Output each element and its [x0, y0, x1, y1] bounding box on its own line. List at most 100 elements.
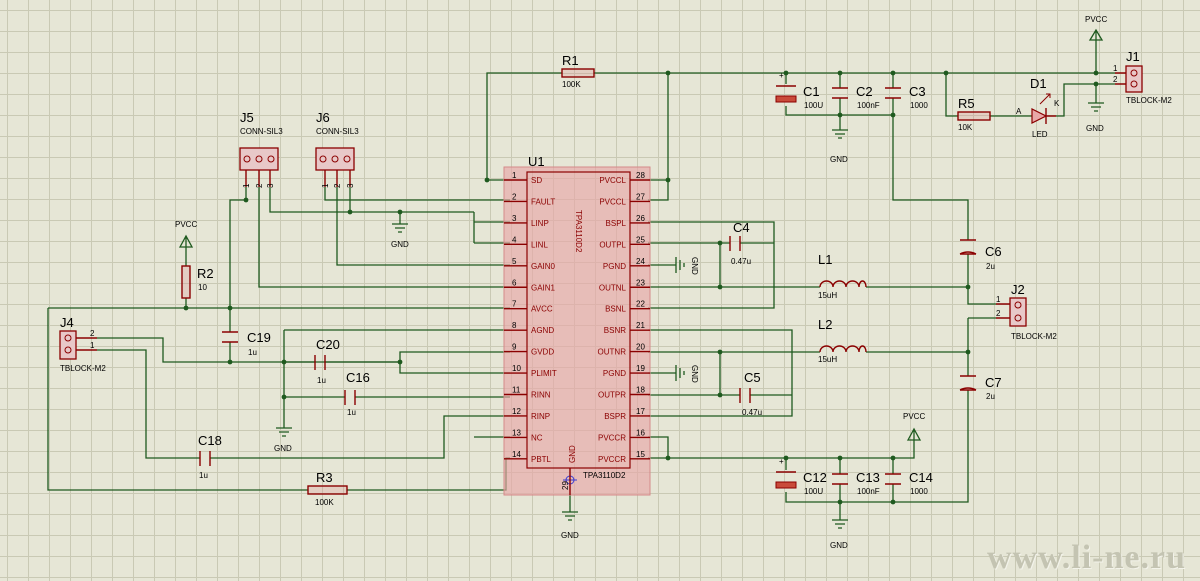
- c13-value: 100nF: [857, 487, 880, 496]
- d1-ref: D1: [1030, 76, 1047, 91]
- c5-ref: C5: [744, 370, 761, 385]
- connector-j2[interactable]: 1 2 J2 TBLOCK-M2: [996, 282, 1057, 341]
- c19-ref: C19: [247, 330, 271, 345]
- j2-ref: J2: [1011, 282, 1025, 297]
- capacitor-c13[interactable]: C13 100nF: [832, 470, 880, 496]
- ic-pin-9-name: GVDD: [531, 348, 554, 357]
- gnd-label-1: GND: [391, 240, 409, 249]
- r3-value: 100K: [315, 498, 334, 507]
- j5-ref: J5: [240, 110, 254, 125]
- ic-pin-14-num: 14: [512, 450, 521, 459]
- ic-pin-17-name: BSPR: [604, 412, 626, 421]
- c4-ref: C4: [733, 220, 750, 235]
- capacitor-c16[interactable]: C16 1u: [344, 370, 370, 417]
- ic-pin-14-name: PBTL: [531, 455, 552, 464]
- capacitor-c12[interactable]: + C12 100U: [775, 457, 827, 496]
- ic-pin-19-num: 19: [636, 364, 645, 373]
- capacitor-c20[interactable]: C20 1u: [314, 337, 340, 385]
- gnd-label-3: GND: [1086, 124, 1104, 133]
- ic-pin-17-num: 17: [636, 407, 645, 416]
- j6-pin1: 1: [321, 183, 330, 188]
- ic-pin-24-name: PGND: [603, 262, 626, 271]
- gnd-pgnd-19: GND: [668, 365, 699, 383]
- resistor-r3[interactable]: R3 100K: [307, 470, 348, 507]
- connector-j1[interactable]: 1 2 J1 TBLOCK-M2: [1113, 49, 1172, 105]
- ic-pin-20-name: OUTNR: [598, 348, 627, 357]
- j1-ref: J1: [1126, 49, 1140, 64]
- pvcc-left: PVCC: [175, 220, 197, 248]
- gnd-c12: GND: [830, 519, 848, 550]
- c16-ref: C16: [346, 370, 370, 385]
- capacitor-c6[interactable]: C6 2u: [959, 239, 1002, 271]
- capacitor-c18[interactable]: C18 1u: [198, 433, 222, 480]
- c20-ref: C20: [316, 337, 340, 352]
- ic-pin-12-name: RINP: [531, 412, 550, 421]
- c12-value: 100U: [804, 487, 823, 496]
- capacitor-c5[interactable]: C5 0.47u: [739, 370, 762, 417]
- gnd-c1: GND: [830, 129, 848, 164]
- ic-pin-15-name: PVCCR: [598, 455, 626, 464]
- capacitor-c7[interactable]: C7 2u: [959, 375, 1002, 401]
- ic-pin-15-num: 15: [636, 450, 645, 459]
- pvcc-left-label: PVCC: [175, 220, 197, 229]
- resistor-r5[interactable]: R5 10K: [957, 96, 991, 132]
- c14-ref: C14: [909, 470, 933, 485]
- j4-pin1: 1: [90, 341, 95, 350]
- ic-pin-6-name: GAIN1: [531, 283, 556, 292]
- capacitor-c19[interactable]: C19 1u: [222, 330, 271, 357]
- connector-j4[interactable]: 2 1 J4 TBLOCK-M2: [59, 315, 106, 373]
- capacitor-c2[interactable]: C2 100nF: [832, 84, 880, 110]
- c16-value: 1u: [347, 408, 356, 417]
- ic-pin-24-num: 24: [636, 257, 645, 266]
- c2-value: 100nF: [857, 101, 880, 110]
- capacitor-c3[interactable]: C3 1000: [885, 84, 928, 110]
- c7-ref: C7: [985, 375, 1002, 390]
- inductor-l1[interactable]: L1 15uH: [818, 252, 867, 300]
- ic-pin-18-name: OUTPR: [598, 391, 626, 400]
- ic-pin-3-name: LINP: [531, 219, 549, 228]
- capacitor-c14[interactable]: C14 1000: [885, 470, 933, 496]
- ic-pin-18-num: 18: [636, 386, 645, 395]
- j6-pin3: 3: [346, 183, 355, 188]
- connector-j5[interactable]: 1 2 3 J5 CONN-SIL3: [239, 110, 283, 188]
- gnd-label-8: GND: [690, 365, 699, 383]
- c14-value: 1000: [910, 487, 928, 496]
- ic-pin-1-name: SD: [531, 176, 542, 185]
- ic-pin-5-name: GAIN0: [531, 262, 556, 271]
- pvcc-top: PVCC: [1085, 15, 1107, 41]
- j6-ref: J6: [316, 110, 330, 125]
- ic-pin-23-num: 23: [636, 278, 645, 287]
- inductor-l2[interactable]: L2 15uH: [818, 317, 867, 364]
- c18-ref: C18: [198, 433, 222, 448]
- j1-pin2: 2: [1113, 75, 1118, 84]
- gnd-u1: GND: [561, 511, 579, 540]
- ic-pin-21-name: BSNR: [604, 326, 626, 335]
- gnd-pgnd-24: GND: [668, 257, 699, 275]
- ic-pin-8-name: AGND: [531, 326, 554, 335]
- ic-u1[interactable]: U1 TPA3110D2 TPA3110D2 1 SD 2 FAULT 3 LINP 4 LI…: [503, 154, 651, 496]
- ic-pin-3-num: 3: [512, 214, 517, 223]
- l1-value: 15uH: [818, 291, 837, 300]
- c4-value: 0.47u: [731, 257, 751, 266]
- d1-cathode: K: [1054, 99, 1060, 108]
- ic-pin-4-num: 4: [512, 235, 517, 244]
- j5-pin2: 2: [255, 183, 264, 188]
- resistor-r1[interactable]: R1 100K: [561, 53, 595, 89]
- schematic-svg: U1 TPA3110D2 TPA3110D2 1 SD 2 FAULT 3 LINP 4 LI…: [47, 15, 1172, 550]
- led-d1[interactable]: D1 A K LED: [1016, 76, 1060, 139]
- ic-pin-16-name: PVCCR: [598, 433, 626, 442]
- c12-ref: C12: [803, 470, 827, 485]
- gnd-label-2: GND: [830, 155, 848, 164]
- ic-pin-11-num: 11: [512, 386, 521, 395]
- resistor-r2[interactable]: R2 10: [181, 265, 214, 299]
- ic-pin-6-num: 6: [512, 278, 517, 287]
- connector-j6[interactable]: 1 2 3 J6 CONN-SIL3: [315, 110, 359, 188]
- ic-pin-25-name: OUTPL: [599, 240, 626, 249]
- ic-pin-23-name: OUTNL: [599, 283, 627, 292]
- j5-value: CONN-SIL3: [240, 127, 283, 136]
- capacitor-c1[interactable]: + C1 100U: [775, 71, 823, 110]
- d1-value: LED: [1032, 130, 1048, 139]
- c7-value: 2u: [986, 392, 995, 401]
- j5-pin3: 3: [266, 183, 275, 188]
- ic-pin-16-num: 16: [636, 428, 645, 437]
